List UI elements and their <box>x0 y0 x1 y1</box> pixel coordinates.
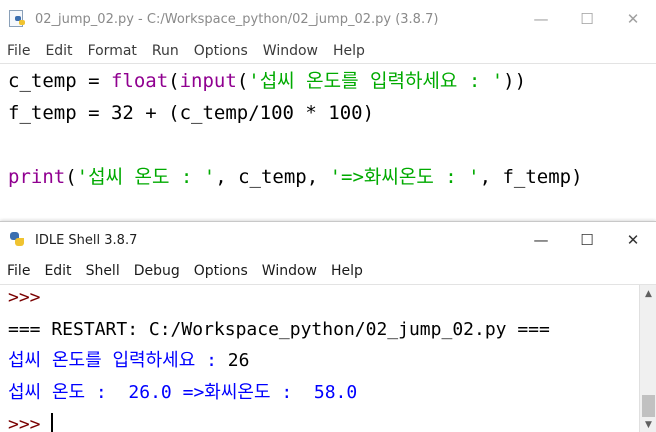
menu-window[interactable]: Window <box>255 43 325 59</box>
menu-window[interactable]: Window <box>255 263 324 279</box>
maximize-button[interactable]: ☐ <box>564 0 610 38</box>
menu-file[interactable]: File <box>0 43 37 59</box>
shell-output[interactable]: >>> === RESTART: C:/Workspace_python/02_… <box>0 284 656 432</box>
shell-window-title: IDLE Shell 3.8.7 <box>35 232 138 248</box>
editor-menubar: File Edit Format Run Options Window Help <box>0 38 656 63</box>
shell-menubar: File Edit Shell Debug Options Window Hel… <box>0 258 656 283</box>
menu-options[interactable]: Options <box>187 263 255 279</box>
menu-run[interactable]: Run <box>144 43 186 59</box>
code-editor[interactable]: c_temp = float(input('섭씨 온도를 입력하세요 : '))… <box>0 63 656 222</box>
scroll-up-icon[interactable]: ▲ <box>640 285 656 302</box>
editor-window: 02_jump_02.py - C:/Workspace_python/02_j… <box>0 0 656 222</box>
shell-prompt: >>> <box>8 287 41 308</box>
code-line-1: c_temp = float(input('섭씨 온도를 입력하세요 : ')) <box>8 70 527 92</box>
shell-window-controls: — ☐ ✕ <box>518 222 656 260</box>
text-cursor <box>50 413 53 432</box>
shell-prompt-active[interactable]: >>> <box>8 413 53 432</box>
editor-window-controls: — ☐ ✕ <box>518 0 656 38</box>
menu-shell[interactable]: Shell <box>79 263 127 279</box>
close-button[interactable]: ✕ <box>610 222 656 258</box>
program-output: 섭씨 온도 : 26.0 =>화씨온도 : 58.0 <box>8 382 358 403</box>
menu-file[interactable]: File <box>0 263 37 279</box>
menu-options[interactable]: Options <box>186 43 255 59</box>
menu-edit[interactable]: Edit <box>37 263 78 279</box>
restart-banner: === RESTART: C:/Workspace_python/02_jump… <box>8 319 550 340</box>
editor-titlebar[interactable]: 02_jump_02.py - C:/Workspace_python/02_j… <box>0 0 656 38</box>
vertical-scrollbar[interactable]: ▲ ▼ <box>639 285 656 432</box>
menu-debug[interactable]: Debug <box>127 263 187 279</box>
scroll-down-icon[interactable]: ▼ <box>640 416 656 432</box>
code-line-4: print('섭씨 온도 : ', c_temp, '=>화씨온도 : ', f… <box>8 166 583 188</box>
python-file-icon <box>9 10 27 28</box>
minimize-button[interactable]: — <box>518 0 564 38</box>
shell-titlebar[interactable]: IDLE Shell 3.8.7 — ☐ ✕ <box>0 222 656 258</box>
shell-window: IDLE Shell 3.8.7 — ☐ ✕ File Edit Shell D… <box>0 221 656 432</box>
scroll-thumb[interactable] <box>642 395 655 417</box>
input-line: 섭씨 온도를 입력하세요 : 26 <box>8 350 250 371</box>
minimize-button[interactable]: — <box>518 222 564 258</box>
editor-window-title: 02_jump_02.py - C:/Workspace_python/02_j… <box>35 11 439 27</box>
code-line-2: f_temp = 32 + (c_temp/100 * 100) <box>8 102 375 124</box>
menu-format[interactable]: Format <box>80 43 144 59</box>
python-icon <box>9 231 27 249</box>
maximize-button[interactable]: ☐ <box>564 222 610 258</box>
menu-help[interactable]: Help <box>325 43 372 59</box>
close-button[interactable]: ✕ <box>610 0 656 38</box>
menu-edit[interactable]: Edit <box>37 43 79 59</box>
menu-help[interactable]: Help <box>324 263 370 279</box>
